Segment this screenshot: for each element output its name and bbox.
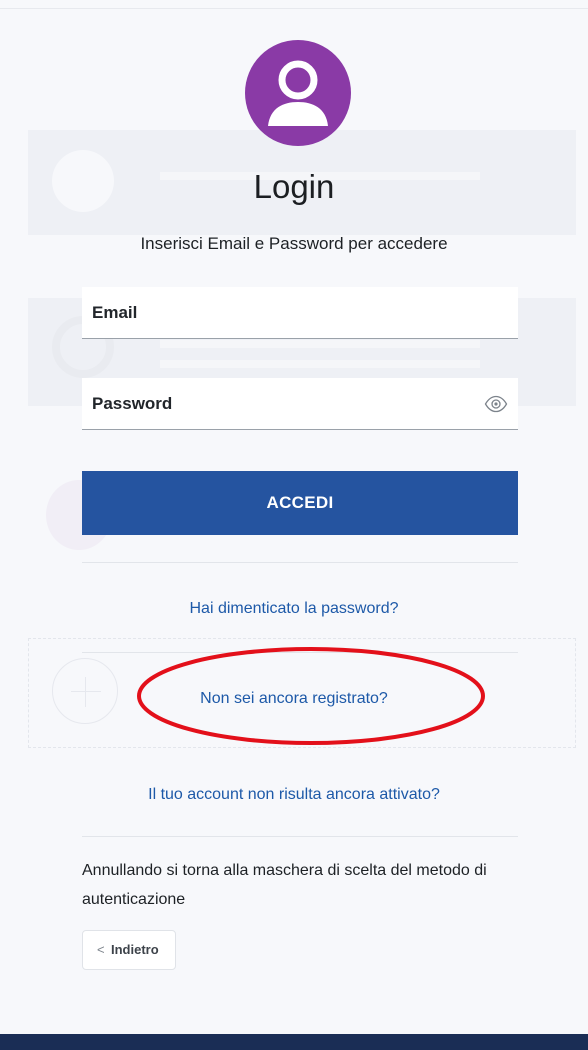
cancel-note: Annullando si torna alla maschera di sce… — [82, 862, 487, 908]
top-divider — [0, 8, 588, 9]
chevron-left-icon: < — [97, 942, 105, 957]
password-input[interactable] — [82, 378, 518, 429]
forgot-password-link[interactable]: Hai dimenticato la password? — [0, 600, 588, 618]
background-decoration-line — [160, 360, 480, 368]
footer-bar — [0, 1034, 588, 1050]
divider — [82, 562, 518, 563]
back-button-label: Indietro — [111, 942, 159, 957]
back-button[interactable]: < Indietro — [82, 930, 176, 970]
email-field[interactable]: Email — [82, 287, 518, 339]
highlight-ellipse-annotation — [137, 647, 485, 745]
background-decoration-line — [160, 340, 480, 348]
page-title: Login — [253, 168, 335, 205]
eye-icon[interactable] — [484, 395, 508, 413]
account-not-activated-link[interactable]: Il tuo account non risulta ancora attiva… — [0, 786, 588, 804]
login-submit-button[interactable]: ACCEDI — [82, 471, 518, 535]
user-avatar-icon — [245, 40, 351, 146]
page-subtitle: Inserisci Email e Password per accedere — [140, 234, 448, 253]
email-input[interactable] — [82, 287, 518, 338]
divider — [82, 836, 518, 837]
password-field[interactable]: Password — [82, 378, 518, 430]
